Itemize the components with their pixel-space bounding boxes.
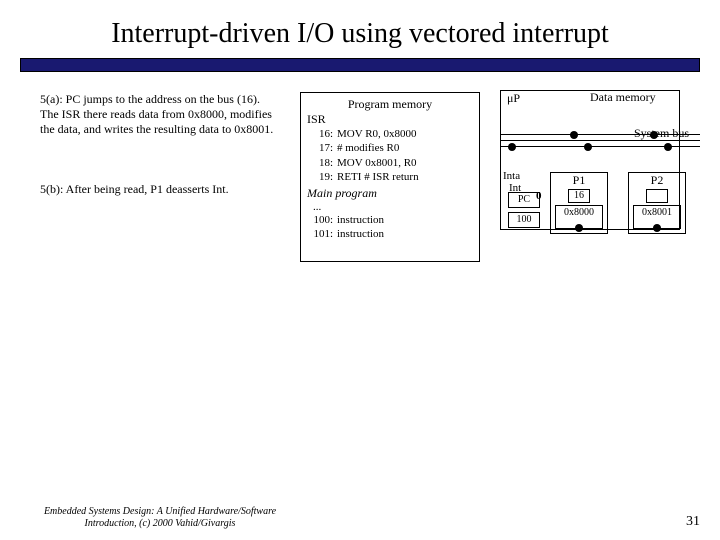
isr-line-17: 17:# modifies R0 [307, 141, 473, 155]
p2-dot-icon [653, 224, 661, 232]
p2-val-cell: 0x8001 [633, 205, 681, 229]
footer-book-citation: Embedded Systems Design: A Unified Hardw… [20, 506, 300, 530]
desc-5a: 5(a): PC jumps to the address on the bus… [40, 92, 280, 137]
p1-label: P1 [551, 173, 607, 188]
desc-5b: 5(b): After being read, P1 deasserts Int… [40, 182, 280, 197]
slide-title: Interrupt-driven I/O using vectored inte… [0, 0, 720, 54]
progmem-header: Program memory [307, 97, 473, 112]
p1-val-cell: 0x8000 [555, 205, 603, 229]
peripheral-p1: P1 16 0x8000 [550, 172, 608, 234]
isr-line-18: 18:MOV 0x8001, R0 [307, 156, 473, 170]
p1-dot-icon [575, 224, 583, 232]
p1-addr-cell: 16 [568, 189, 590, 203]
bus-dot-icon [570, 131, 578, 139]
isr-label: ISR [307, 112, 473, 127]
bus-dot-icon [508, 143, 516, 151]
inta-label: Inta [503, 170, 520, 182]
system-bus-lines [500, 134, 700, 164]
bus-dot-icon [664, 143, 672, 151]
pc-value-box: 100 [508, 212, 540, 228]
cpu-label: μP [507, 91, 520, 106]
main-program-label: Main program [307, 186, 473, 201]
pc-box: PC [508, 192, 540, 208]
title-rule [20, 58, 700, 72]
page-number: 31 [686, 514, 700, 530]
slide-footer: Embedded Systems Design: A Unified Hardw… [20, 506, 700, 530]
bus-dot-icon [584, 143, 592, 151]
main-line-100: 100:instruction [307, 213, 473, 227]
isr-line-19: 19:RETI # ISR return [307, 170, 473, 184]
p2-addr-cell [646, 189, 668, 203]
data-memory-label: Data memory [590, 90, 656, 105]
peripheral-p2: P2 0x8001 [628, 172, 686, 234]
p2-label: P2 [629, 173, 685, 188]
main-line-101: 101:instruction [307, 227, 473, 241]
ellipsis-1: ... [307, 201, 473, 213]
content-area: 5(a): PC jumps to the address on the bus… [0, 72, 720, 92]
program-memory-box: Program memory ISR 16:MOV R0, 0x8000 17:… [300, 92, 480, 262]
bus-dot-icon [650, 131, 658, 139]
isr-line-16: 16:MOV R0, 0x8000 [307, 127, 473, 141]
